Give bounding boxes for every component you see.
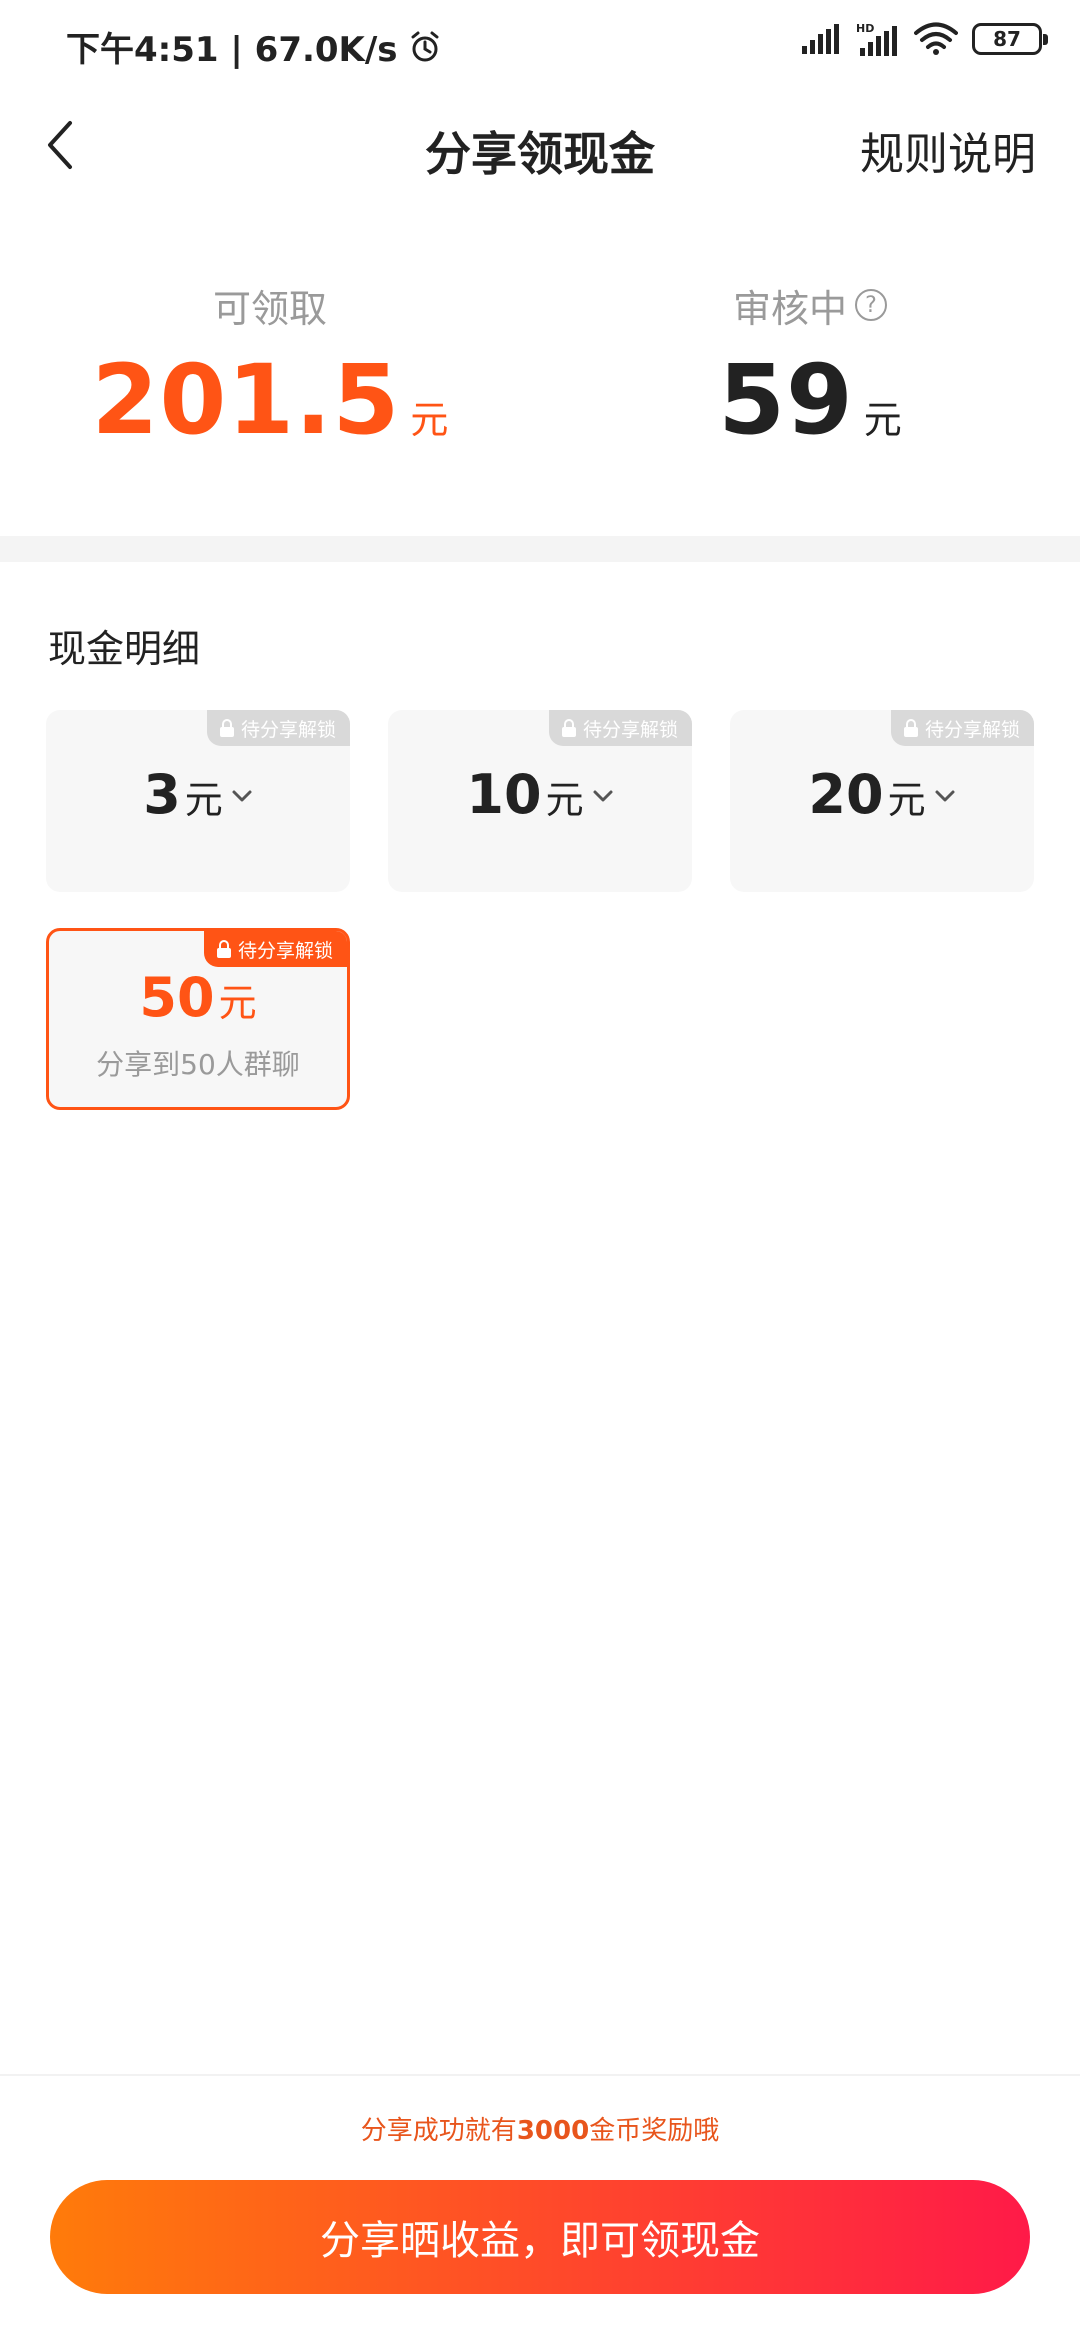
battery-level: 87: [993, 27, 1021, 51]
available-unit: 元: [410, 398, 449, 442]
card-amount-unit: 元: [184, 778, 223, 822]
pending-label-text: 审核中: [732, 286, 847, 331]
lock-tag: 待分享解锁: [206, 710, 350, 746]
signal-icon: [802, 24, 839, 54]
chevron-down-icon: [232, 790, 252, 802]
reward-hint: 分享成功就有3000金币奖励哦: [0, 2110, 1080, 2147]
available-label: 可领取: [212, 280, 327, 331]
card-amount-value: 20: [808, 763, 884, 826]
card-amount: 10 元: [388, 768, 692, 824]
bottom-divider: [0, 2074, 1080, 2076]
lock-tag-text: 待分享解锁: [582, 718, 678, 741]
lock-tag-text: 待分享解锁: [237, 939, 333, 962]
card-amount-unit: 元: [545, 778, 584, 822]
card-amount-value: 10: [466, 763, 542, 826]
rules-link[interactable]: 规则说明: [860, 118, 1036, 182]
lock-icon: [561, 719, 576, 737]
available-block: 可领取 201.5 元: [0, 280, 540, 449]
lock-icon: [903, 719, 918, 737]
pending-label: 审核中 ?: [732, 280, 887, 331]
status-bar: 下午4:51 | 67.0K/s HD 87: [0, 0, 1080, 90]
status-time-group: 下午4:51 | 67.0K/s: [66, 22, 442, 71]
card-amount-value: 3: [143, 763, 181, 826]
cash-card-50[interactable]: 待分享解锁 50 元 分享到50人群聊: [46, 928, 350, 1110]
lock-icon: [219, 719, 234, 737]
pending-unit: 元: [863, 398, 902, 442]
lock-tag: 待分享解锁: [890, 710, 1034, 746]
chevron-down-icon: [593, 790, 613, 802]
pending-block: 审核中 ? 59 元: [540, 280, 1080, 449]
help-icon[interactable]: ?: [855, 289, 887, 321]
lock-tag-text: 待分享解锁: [924, 718, 1020, 741]
section-divider: [0, 536, 1080, 562]
pending-amount: 59: [718, 344, 854, 456]
status-time: 下午4:51 | 67.0K/s: [66, 30, 398, 70]
status-icons: HD 87: [802, 22, 1048, 56]
cash-card-10[interactable]: 待分享解锁 10 元: [388, 710, 692, 892]
balance-summary: 可领取 201.5 元 审核中 ? 59 元: [0, 280, 1080, 480]
share-cta-button[interactable]: 分享晒收益，即可领现金: [50, 2180, 1030, 2294]
card-description: 分享到50人群聊: [96, 1048, 300, 1081]
chevron-down-icon: [935, 790, 955, 802]
cash-card-3[interactable]: 待分享解锁 3 元: [46, 710, 350, 892]
card-amount-unit: 元: [218, 981, 257, 1025]
lock-tag: 待分享解锁: [548, 710, 692, 746]
card-amount: 3 元: [46, 768, 350, 824]
lock-icon: [216, 940, 231, 958]
section-title: 现金明细: [48, 627, 201, 671]
svg-text:HD: HD: [856, 22, 874, 35]
wifi-icon: [914, 22, 958, 55]
card-amount: 50 元: [49, 971, 347, 1027]
card-amount-value: 50: [139, 966, 215, 1029]
available-amount: 201.5: [91, 344, 401, 456]
reward-hint-number: 3000: [516, 2116, 590, 2146]
alarm-icon: [411, 31, 439, 61]
cash-card-20[interactable]: 待分享解锁 20 元: [730, 710, 1034, 892]
hd-signal-icon: HD: [856, 22, 897, 56]
available-label-text: 可领取: [212, 286, 327, 331]
lock-tag-text: 待分享解锁: [240, 718, 336, 741]
available-value-row: 201.5 元: [0, 352, 540, 448]
card-amount-unit: 元: [887, 778, 926, 822]
pending-value-row: 59 元: [540, 352, 1080, 448]
nav-bar: 分享领现金 规则说明: [0, 100, 1080, 190]
card-amount: 20 元: [730, 768, 1034, 824]
reward-hint-prefix: 分享成功就有: [360, 2116, 517, 2146]
lock-tag: 待分享解锁: [203, 931, 347, 967]
battery-icon: 87: [972, 23, 1048, 55]
reward-hint-suffix: 金币奖励哦: [589, 2116, 720, 2146]
